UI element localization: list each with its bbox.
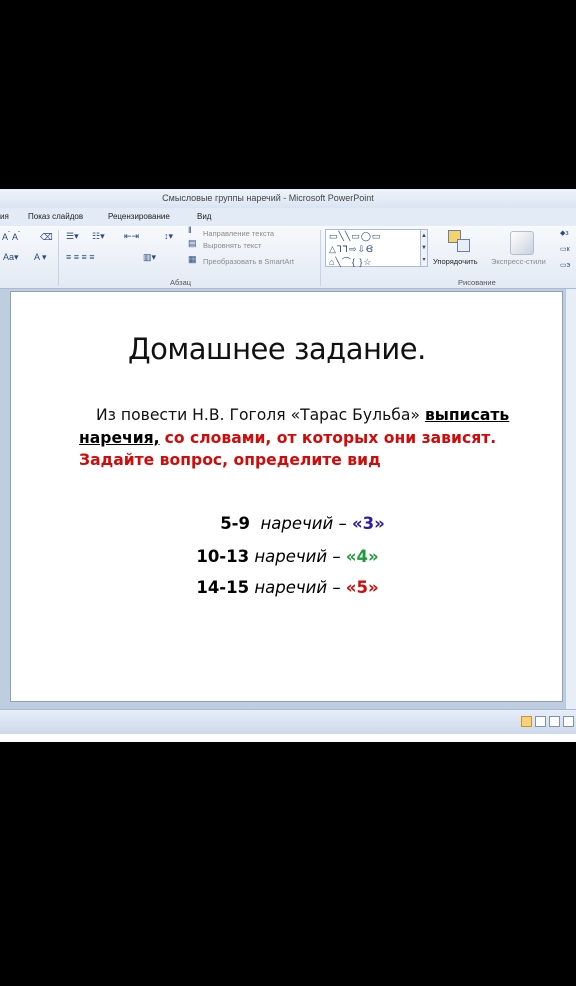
text-direction-icon[interactable]: ‖ bbox=[188, 225, 192, 235]
ribbon-tabs: ия Показ слайдов Рецензирование Вид bbox=[0, 208, 576, 226]
bullets-icon[interactable]: ☰▾ bbox=[66, 231, 79, 242]
grade-mark: «3» bbox=[351, 514, 385, 533]
grade-line: 10-13 наречий – «4» bbox=[11, 547, 564, 566]
slideshow-view-icon[interactable] bbox=[563, 716, 574, 727]
quick-styles-icon[interactable] bbox=[510, 231, 534, 255]
grade-line: 14-15 наречий – «5» bbox=[11, 578, 564, 597]
normal-view-icon[interactable] bbox=[521, 716, 532, 727]
align-text-button[interactable]: Выровнять текст bbox=[203, 241, 261, 250]
quick-styles-button[interactable]: Экспресс-стили bbox=[491, 257, 546, 266]
align-icons[interactable]: ≡ ≡ ≡ ≡ bbox=[66, 252, 95, 262]
grade-word: наречий – bbox=[260, 514, 347, 533]
reading-view-icon[interactable] bbox=[549, 716, 560, 727]
slide-canvas[interactable]: Домашнее задание. Из повести Н.В. Гоголя… bbox=[10, 291, 563, 702]
columns-icon[interactable]: ▥▾ bbox=[143, 252, 156, 263]
drawing-group-label: Рисование bbox=[458, 278, 496, 287]
clear-format-icon[interactable]: ⌫ bbox=[40, 232, 53, 243]
grade-word: наречий – bbox=[254, 547, 341, 566]
slide-instruction: Из повести Н.В. Гоголя «Тарас Бульба» вы… bbox=[79, 404, 559, 472]
shape-outline-icon[interactable]: ▭к bbox=[560, 245, 570, 253]
paragraph-group-label: Абзац bbox=[170, 278, 192, 287]
tab-view[interactable]: Вид bbox=[197, 212, 211, 221]
shapes-gallery[interactable]: ▭╲╲▭◯▭ △Ꞁ⅂⇨⇩Ꞡ ⌂╲⌒{ }☆ bbox=[325, 229, 421, 267]
tab-partial[interactable]: ия bbox=[0, 212, 9, 221]
ribbon: Aˆ Aˇ ⌫ Aa▾ A ▾ ☰▾ ☷▾ ⇤⇥ ↕▾ ≡ ≡ ≡ ≡ ▥▾ ‖… bbox=[0, 225, 576, 289]
font-color-icon[interactable]: A ▾ bbox=[34, 252, 47, 263]
arrange-button[interactable]: Упорядочить bbox=[433, 257, 478, 266]
grade-range: 5-9 bbox=[220, 514, 251, 533]
grade-line: 5-9 наречий – «3» bbox=[11, 514, 564, 533]
slide-title: Домашнее задание. bbox=[128, 332, 426, 366]
vertical-scrollbar[interactable] bbox=[565, 289, 576, 709]
grade-mark: «5» bbox=[345, 578, 379, 597]
tab-slide-show[interactable]: Показ слайдов bbox=[28, 212, 83, 221]
smartart-icon[interactable]: ▦ bbox=[188, 254, 197, 265]
instruction-lead: Из повести Н.В. Гоголя «Тарас Бульба» bbox=[96, 406, 420, 424]
shapes-scroll[interactable]: ▲ ▼ ▾ bbox=[420, 229, 428, 267]
arrange-icon[interactable] bbox=[448, 230, 470, 252]
grade-range: 10-13 bbox=[196, 547, 250, 566]
title-bar: Смысловые группы наречий - Microsoft Pow… bbox=[0, 189, 576, 208]
slide-sorter-icon[interactable] bbox=[535, 716, 546, 727]
align-text-icon[interactable]: ▤ bbox=[188, 238, 197, 249]
shape-fill-icon[interactable]: ◆з bbox=[560, 229, 569, 237]
smartart-button[interactable]: Преобразовать в SmartArt bbox=[203, 257, 294, 266]
grade-range: 14-15 bbox=[196, 578, 250, 597]
shape-effects-icon[interactable]: ▭э bbox=[560, 261, 570, 269]
powerpoint-window: Смысловые группы наречий - Microsoft Pow… bbox=[0, 189, 576, 742]
grade-mark: «4» bbox=[345, 547, 379, 566]
instruction-bold-1: выписать bbox=[424, 406, 510, 424]
status-bar bbox=[0, 709, 576, 734]
instruction-bold-2: наречия, bbox=[79, 428, 160, 447]
grade-word: наречий – bbox=[254, 578, 341, 597]
change-case-icon[interactable]: Aa▾ bbox=[3, 252, 19, 263]
indent-icons[interactable]: ⇤⇥ bbox=[124, 231, 139, 242]
numbering-icon[interactable]: ☷▾ bbox=[92, 231, 105, 242]
grow-font-icon[interactable]: Aˆ Aˇ bbox=[2, 232, 20, 242]
text-direction-button[interactable]: Направление текста bbox=[203, 229, 274, 238]
window-title: Смысловые группы наречий - Microsoft Pow… bbox=[162, 193, 374, 203]
line-spacing-icon[interactable]: ↕▾ bbox=[164, 231, 173, 242]
tab-review[interactable]: Рецензирование bbox=[108, 212, 170, 221]
slide-workarea: Домашнее задание. Из повести Н.В. Гоголя… bbox=[0, 289, 576, 709]
